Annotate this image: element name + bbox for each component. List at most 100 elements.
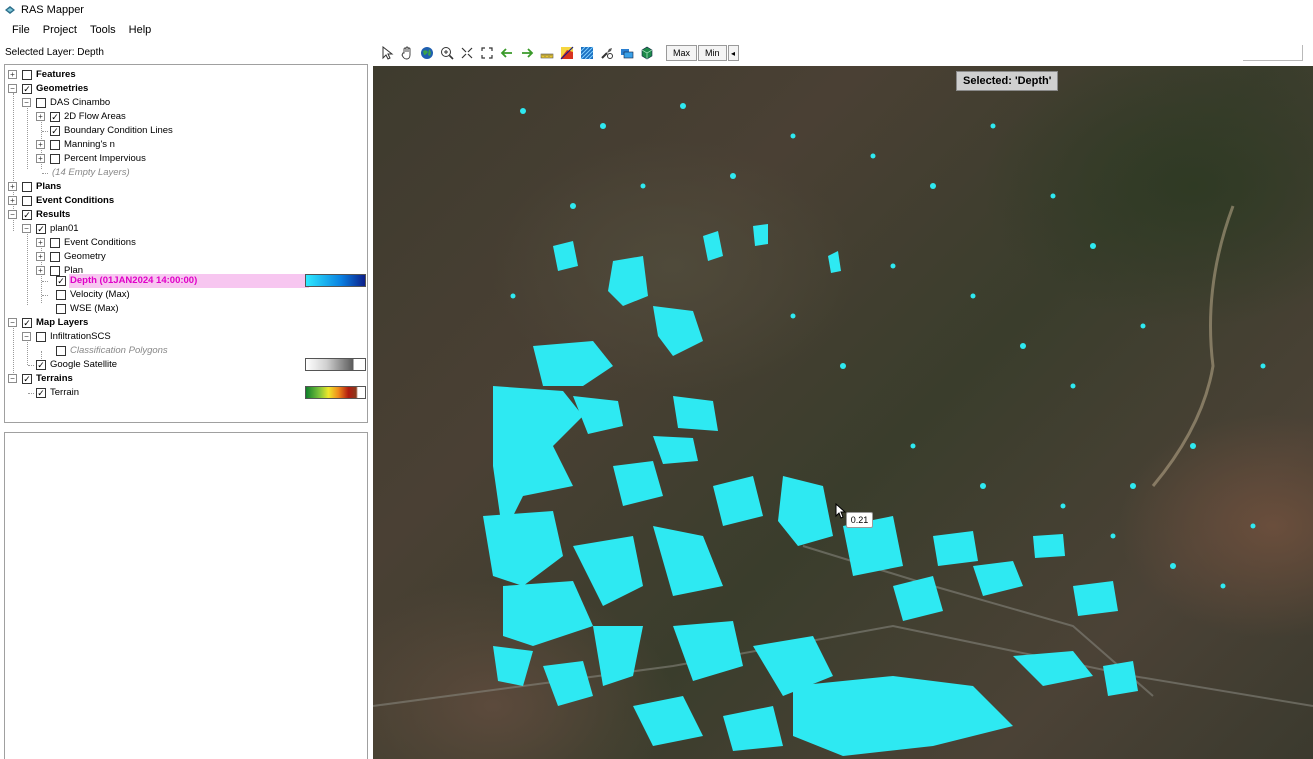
- expand-icon[interactable]: +: [36, 112, 45, 121]
- step-back-button[interactable]: ◂: [727, 45, 739, 61]
- geometries-checkbox[interactable]: ✓: [22, 84, 32, 94]
- tree-connector: [42, 295, 48, 296]
- wse-checkbox[interactable]: [56, 304, 66, 314]
- tree-row-impervious[interactable]: + Percent Impervious: [5, 152, 367, 166]
- classification-label: Classification Polygons: [70, 345, 168, 356]
- tree-row-plans[interactable]: + Plans: [5, 180, 367, 194]
- collapse-icon[interactable]: −: [8, 374, 17, 383]
- collapse-icon[interactable]: −: [8, 318, 17, 327]
- das-cinambo-checkbox[interactable]: [36, 98, 46, 108]
- infiltration-checkbox[interactable]: [36, 332, 46, 342]
- expand-icon[interactable]: +: [36, 238, 45, 247]
- layers-icon[interactable]: [618, 45, 636, 62]
- mannings-checkbox[interactable]: [50, 140, 60, 150]
- terrain-checkbox[interactable]: ✓: [36, 388, 46, 398]
- collapse-icon[interactable]: −: [22, 224, 31, 233]
- tree-row-velocity[interactable]: Velocity (Max): [5, 288, 367, 302]
- tree-row-plan01[interactable]: − ✓ plan01: [5, 222, 367, 236]
- collapse-icon[interactable]: −: [8, 210, 17, 219]
- event-conditions-checkbox[interactable]: [22, 196, 32, 206]
- tree-row-empty-layers[interactable]: (14 Empty Layers): [5, 166, 367, 180]
- tree-row-features[interactable]: + Features: [5, 68, 367, 82]
- back-arrow-icon[interactable]: [498, 45, 516, 62]
- raster-icon[interactable]: [578, 45, 596, 62]
- tree-connector: [28, 365, 34, 366]
- result-geometry-label: Geometry: [64, 251, 106, 262]
- features-checkbox[interactable]: [22, 70, 32, 80]
- tree-row-geometries[interactable]: − ✓ Geometries: [5, 82, 367, 96]
- tree-row-result-event-conditions[interactable]: + Event Conditions: [5, 236, 367, 250]
- flood-specks: [510, 103, 1266, 589]
- forward-arrow-icon[interactable]: [518, 45, 536, 62]
- zoom-in-icon[interactable]: [438, 45, 456, 62]
- flow-areas-checkbox[interactable]: ✓: [50, 112, 60, 122]
- max-button[interactable]: Max: [666, 45, 698, 61]
- plans-checkbox[interactable]: [22, 182, 32, 192]
- collapse-icon[interactable]: −: [22, 332, 31, 341]
- pan-hand-icon[interactable]: [398, 45, 416, 62]
- tree-row-wse[interactable]: WSE (Max): [5, 302, 367, 316]
- tree-row-map-layers[interactable]: − ✓ Map Layers: [5, 316, 367, 330]
- results-label: Results: [36, 209, 71, 220]
- google-legend-bar[interactable]: [305, 358, 366, 371]
- tree-row-terrain[interactable]: ✓ Terrain: [5, 386, 367, 400]
- depth-legend-bar[interactable]: [305, 274, 366, 287]
- google-satellite-checkbox[interactable]: ✓: [36, 360, 46, 370]
- globe-icon[interactable]: [418, 45, 436, 62]
- classification-checkbox[interactable]: [56, 346, 66, 356]
- tree-row-depth[interactable]: ✓ Depth (01JAN2024 14:00:00): [5, 274, 367, 288]
- map-layers-checkbox[interactable]: ✓: [22, 318, 32, 328]
- expand-icon[interactable]: +: [36, 252, 45, 261]
- tree-row-das-cinambo[interactable]: − DAS Cinambo: [5, 96, 367, 110]
- selected-layer-badge: Selected: 'Depth': [956, 71, 1059, 91]
- window-title: RAS Mapper: [21, 4, 84, 16]
- result-event-checkbox[interactable]: [50, 238, 60, 248]
- tree-row-terrains[interactable]: − ✓ Terrains: [5, 372, 367, 386]
- plan01-checkbox[interactable]: ✓: [36, 224, 46, 234]
- tree-row-classification[interactable]: Classification Polygons: [5, 344, 367, 358]
- map-canvas[interactable]: Selected: 'Depth' 0.21: [373, 66, 1313, 759]
- tree-row-2d-flow-areas[interactable]: + ✓ 2D Flow Areas: [5, 110, 367, 124]
- map-layers-label: Map Layers: [36, 317, 89, 328]
- expand-icon[interactable]: +: [8, 70, 17, 79]
- empty-layers-label: (14 Empty Layers): [52, 167, 130, 178]
- profile-icon[interactable]: [558, 45, 576, 62]
- min-button[interactable]: Min: [698, 45, 727, 61]
- tree-row-bc-lines[interactable]: ✓ Boundary Condition Lines: [5, 124, 367, 138]
- result-geometry-checkbox[interactable]: [50, 252, 60, 262]
- tree-row-google-satellite[interactable]: ✓ Google Satellite: [5, 358, 367, 372]
- collapse-icon[interactable]: −: [22, 98, 31, 107]
- tree-row-results[interactable]: − ✓ Results: [5, 208, 367, 222]
- menu-project[interactable]: Project: [37, 22, 84, 38]
- zoom-extents-icon[interactable]: [458, 45, 476, 62]
- map-toolbar: Max Min ◂: [378, 44, 740, 62]
- tree-connector: [42, 173, 48, 174]
- terrain-legend-bar[interactable]: [305, 386, 366, 399]
- expand-icon[interactable]: +: [8, 196, 17, 205]
- terrains-checkbox[interactable]: ✓: [22, 374, 32, 384]
- expand-icon[interactable]: +: [8, 182, 17, 191]
- impervious-checkbox[interactable]: [50, 154, 60, 164]
- measure-icon[interactable]: [538, 45, 556, 62]
- select-arrow-icon[interactable]: [378, 45, 396, 62]
- full-extent-icon[interactable]: [478, 45, 496, 62]
- tree-row-mannings[interactable]: + Manning's n: [5, 138, 367, 152]
- menu-file[interactable]: File: [6, 22, 37, 38]
- tree-row-event-conditions[interactable]: + Event Conditions: [5, 194, 367, 208]
- plans-label: Plans: [36, 181, 62, 192]
- google-satellite-label: Google Satellite: [50, 359, 118, 370]
- results-checkbox[interactable]: ✓: [22, 210, 32, 220]
- tree-row-result-geometry[interactable]: + Geometry: [5, 250, 367, 264]
- tool-icon[interactable]: [598, 45, 616, 62]
- tree-row-infiltration[interactable]: − InfiltrationSCS: [5, 330, 367, 344]
- bc-lines-checkbox[interactable]: ✓: [50, 126, 60, 136]
- 3d-box-icon[interactable]: [638, 45, 656, 62]
- expand-icon[interactable]: +: [36, 154, 45, 163]
- menu-help[interactable]: Help: [123, 22, 159, 38]
- velocity-checkbox[interactable]: [56, 290, 66, 300]
- expand-icon[interactable]: +: [36, 140, 45, 149]
- depth-checkbox[interactable]: ✓: [56, 276, 66, 286]
- collapse-icon[interactable]: −: [8, 84, 17, 93]
- toolbar-time-box[interactable]: [1243, 45, 1303, 61]
- menu-tools[interactable]: Tools: [84, 22, 123, 38]
